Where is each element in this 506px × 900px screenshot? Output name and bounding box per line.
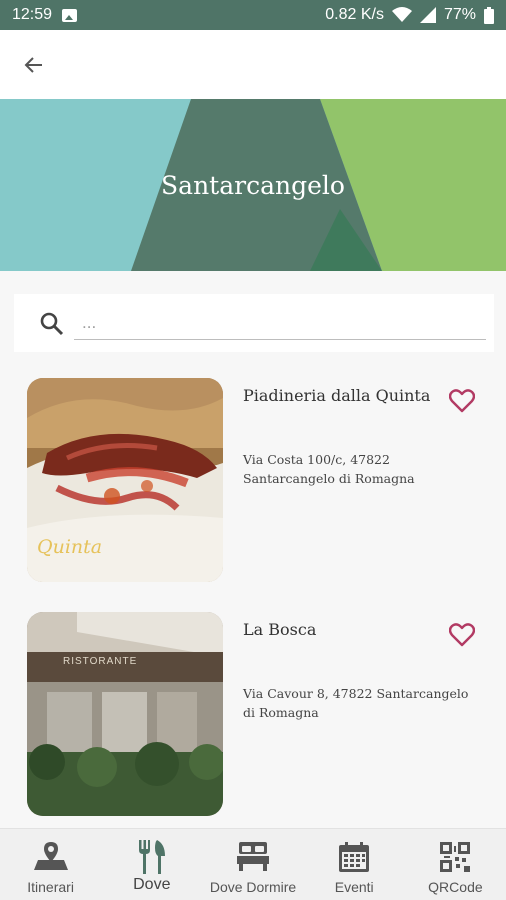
hero-banner: Santarcangelo [0, 99, 506, 271]
nav-label: Itinerari [27, 879, 74, 895]
place-name[interactable]: Piadineria dalla Quinta [243, 386, 438, 405]
heart-outline-icon [449, 623, 475, 647]
arrow-left-icon [24, 57, 42, 73]
nav-qrcode[interactable]: QRCode [405, 829, 506, 900]
status-right: 0.82 K/s 77% [325, 6, 494, 24]
bed-icon [237, 842, 269, 871]
search-icon[interactable] [38, 310, 66, 338]
search-input[interactable] [74, 306, 486, 340]
heart-outline-icon [449, 389, 475, 413]
back-button[interactable] [14, 48, 54, 82]
wifi-icon [391, 7, 412, 22]
place-image[interactable]: Quinta [27, 378, 223, 582]
nav-dove[interactable]: Dove [101, 829, 202, 900]
favorite-button[interactable] [446, 620, 478, 650]
place-image-caption: Quinta [37, 536, 103, 558]
fork-knife-icon [138, 840, 165, 874]
place-address: Via Costa 100/c, 47822 Santarcangelo di … [243, 452, 415, 486]
nav-dove-dormire[interactable]: Dove Dormire [202, 829, 303, 900]
calendar-icon [339, 842, 370, 872]
page-title: Santarcangelo [161, 170, 345, 200]
battery-icon [484, 6, 494, 24]
place-name[interactable]: La Bosca [243, 620, 438, 639]
app-bar [0, 30, 506, 99]
network-speed: 0.82 K/s [325, 6, 384, 23]
nav-label: QRCode [428, 879, 483, 895]
favorite-button[interactable] [446, 386, 478, 416]
place-address: Via Cavour 8, 47822 Santarcangelo di Rom… [243, 686, 469, 720]
bottom-navigation: Itinerari Dove Dove Dormire Eventi QRCod… [0, 828, 506, 900]
list-item[interactable]: Quinta Piadineria dalla Quinta Via Costa… [0, 366, 506, 586]
nav-label: Dove Dormire [209, 879, 297, 895]
battery-level: 77% [443, 6, 476, 23]
list-item[interactable]: RISTORANTE La Bosca Via Cavour 8, 47822 … [0, 600, 506, 820]
image-notification-icon [62, 8, 78, 22]
restaurant-photo [27, 612, 223, 816]
signal-icon [419, 7, 436, 23]
nav-itinerari[interactable]: Itinerari [0, 829, 101, 900]
nav-label: Eventi [334, 879, 374, 895]
qr-code-icon [440, 842, 471, 872]
status-time: 12:59 [12, 6, 53, 23]
search-bar [14, 294, 494, 352]
place-image[interactable]: RISTORANTE [27, 612, 223, 816]
place-image-caption: RISTORANTE [63, 656, 138, 667]
status-bar: 12:59 0.82 K/s 77% [0, 0, 506, 30]
nav-eventi[interactable]: Eventi [304, 829, 405, 900]
map-pin-icon [33, 842, 68, 870]
nav-label: Dove [133, 876, 171, 893]
